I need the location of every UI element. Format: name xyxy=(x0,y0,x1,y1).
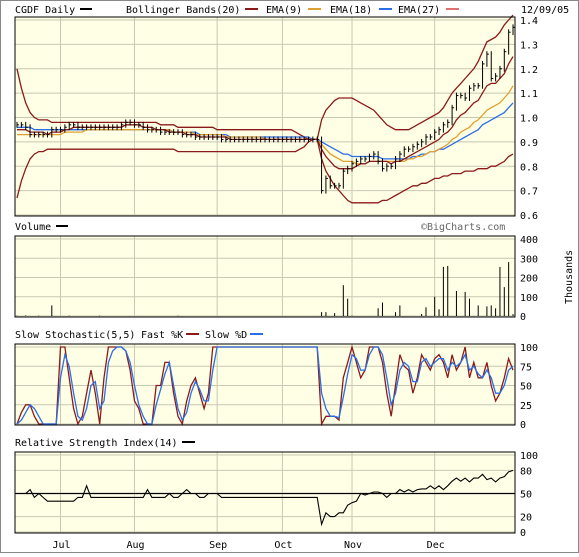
y-tick-label: 0.9 xyxy=(520,138,538,149)
chart-root: Jul Aug Sep Oct Nov Dec 0.6 0.7 0.8 0.9 1.0 1.1 1.2 1… xyxy=(0,0,579,553)
symbol-label: CGDF Daily xyxy=(15,5,75,16)
y-tick-label: 50 xyxy=(520,382,532,393)
y-tick-label: 1.3 xyxy=(520,40,538,51)
y-tick-label: 100 xyxy=(520,343,538,354)
y-tick-label: 1.1 xyxy=(520,89,538,100)
rsi-label: Relative Strength Index(14) xyxy=(15,438,178,449)
y-tick-label: 100 xyxy=(520,451,538,462)
y-tick-label: 100 xyxy=(520,293,538,304)
y-tick-label: 80 xyxy=(520,466,532,477)
y-tick-label: 75 xyxy=(520,362,532,373)
y-tick-label: 20 xyxy=(520,513,532,524)
price-panel-background xyxy=(15,17,515,216)
y-tick-label: 1.4 xyxy=(520,16,538,27)
stochastic-fast-label: Fast %K xyxy=(141,330,183,341)
ema27-legend-label: EMA(27) xyxy=(398,5,440,16)
x-tick-label: Nov xyxy=(344,540,362,551)
rsi-panel-background xyxy=(15,452,515,533)
y-tick-label: 25 xyxy=(520,401,532,412)
y-tick-label: 0.7 xyxy=(520,187,538,198)
y-tick-label: 0 xyxy=(520,528,526,539)
bollinger-legend-label: Bollinger Bands(20) xyxy=(126,5,240,16)
stochastic-slow-label: Slow %D xyxy=(205,330,247,341)
volume-label: Volume xyxy=(15,222,51,233)
chart-svg: Jul Aug Sep Oct Nov Dec 0.6 0.7 0.8 0.9 1.0 1.1 1.2 1… xyxy=(0,0,579,553)
y-tick-label: 0 xyxy=(520,420,526,431)
y-tick-label: 300 xyxy=(520,254,538,265)
y-tick-label: 200 xyxy=(520,274,538,285)
y-tick-label: 50 xyxy=(520,490,532,501)
y-tick-label: 1.2 xyxy=(520,65,538,76)
x-tick-label: Oct xyxy=(274,540,292,551)
y-tick-label: 0 xyxy=(520,312,526,323)
ema9-legend-label: EMA(9) xyxy=(266,5,302,16)
y-tick-label: 0.6 xyxy=(520,211,538,222)
chart-date: 12/09/05 xyxy=(521,5,569,16)
y-tick-label: 0.8 xyxy=(520,162,538,173)
volume-unit-label: Thousands xyxy=(564,250,575,304)
stochastic-label: Slow Stochastic(5,5) xyxy=(15,330,135,341)
y-tick-label: 1.0 xyxy=(520,114,538,125)
rsi-legend: Relative Strength Index(14) xyxy=(15,438,195,449)
watermark: ©BigCharts.com xyxy=(421,222,505,233)
y-tick-label: 400 xyxy=(520,235,538,246)
ema18-legend-label: EMA(18) xyxy=(330,5,372,16)
volume-panel-background xyxy=(15,236,515,317)
x-tick-label: Sep xyxy=(209,540,227,551)
x-tick-label: Jul xyxy=(53,540,71,551)
x-tick-label: Dec xyxy=(427,540,445,551)
x-tick-label: Aug xyxy=(126,540,144,551)
